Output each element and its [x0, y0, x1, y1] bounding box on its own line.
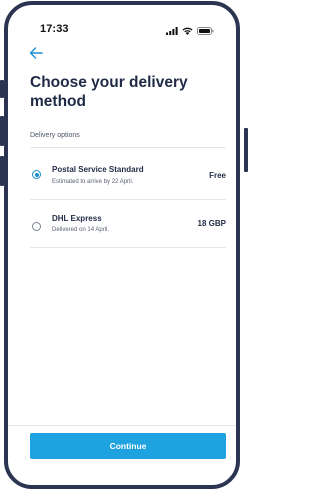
- option-subtitle: Estimated to arrive by 22 April.: [52, 179, 134, 185]
- screen: 17:33 Choose your delivery method Delive…: [0, 0, 248, 492]
- page-title: Choose your delivery method: [30, 74, 188, 110]
- delivery-option-dhl-express[interactable]: DHL Express Delivered on 14 April. 18 GB…: [30, 200, 226, 250]
- back-button[interactable]: [28, 45, 44, 61]
- divider: [30, 247, 226, 248]
- continue-button[interactable]: Continue: [30, 433, 226, 459]
- section-label-delivery-options: Delivery options: [30, 132, 80, 139]
- wifi-icon: [182, 27, 193, 35]
- option-subtitle: Delivered on 14 April.: [52, 227, 110, 233]
- phone-power-button: [244, 128, 248, 172]
- option-name: DHL Express: [52, 214, 102, 223]
- option-name: Postal Service Standard: [52, 165, 144, 174]
- status-bar: 17:33: [8, 5, 236, 39]
- status-time: 17:33: [40, 23, 69, 35]
- signal-icon: [166, 27, 178, 35]
- phone-frame: 17:33 Choose your delivery method Delive…: [4, 1, 240, 489]
- radio-button-unselected[interactable]: [32, 222, 41, 231]
- option-price: 18 GBP: [197, 219, 226, 228]
- footer-divider: [8, 425, 236, 426]
- delivery-option-postal-standard[interactable]: Postal Service Standard Estimated to arr…: [30, 148, 226, 198]
- radio-button-selected[interactable]: [32, 170, 41, 179]
- arrow-left-icon: [28, 47, 44, 65]
- option-price: Free: [209, 171, 226, 180]
- status-icons: [166, 25, 214, 35]
- battery-icon: [197, 27, 214, 35]
